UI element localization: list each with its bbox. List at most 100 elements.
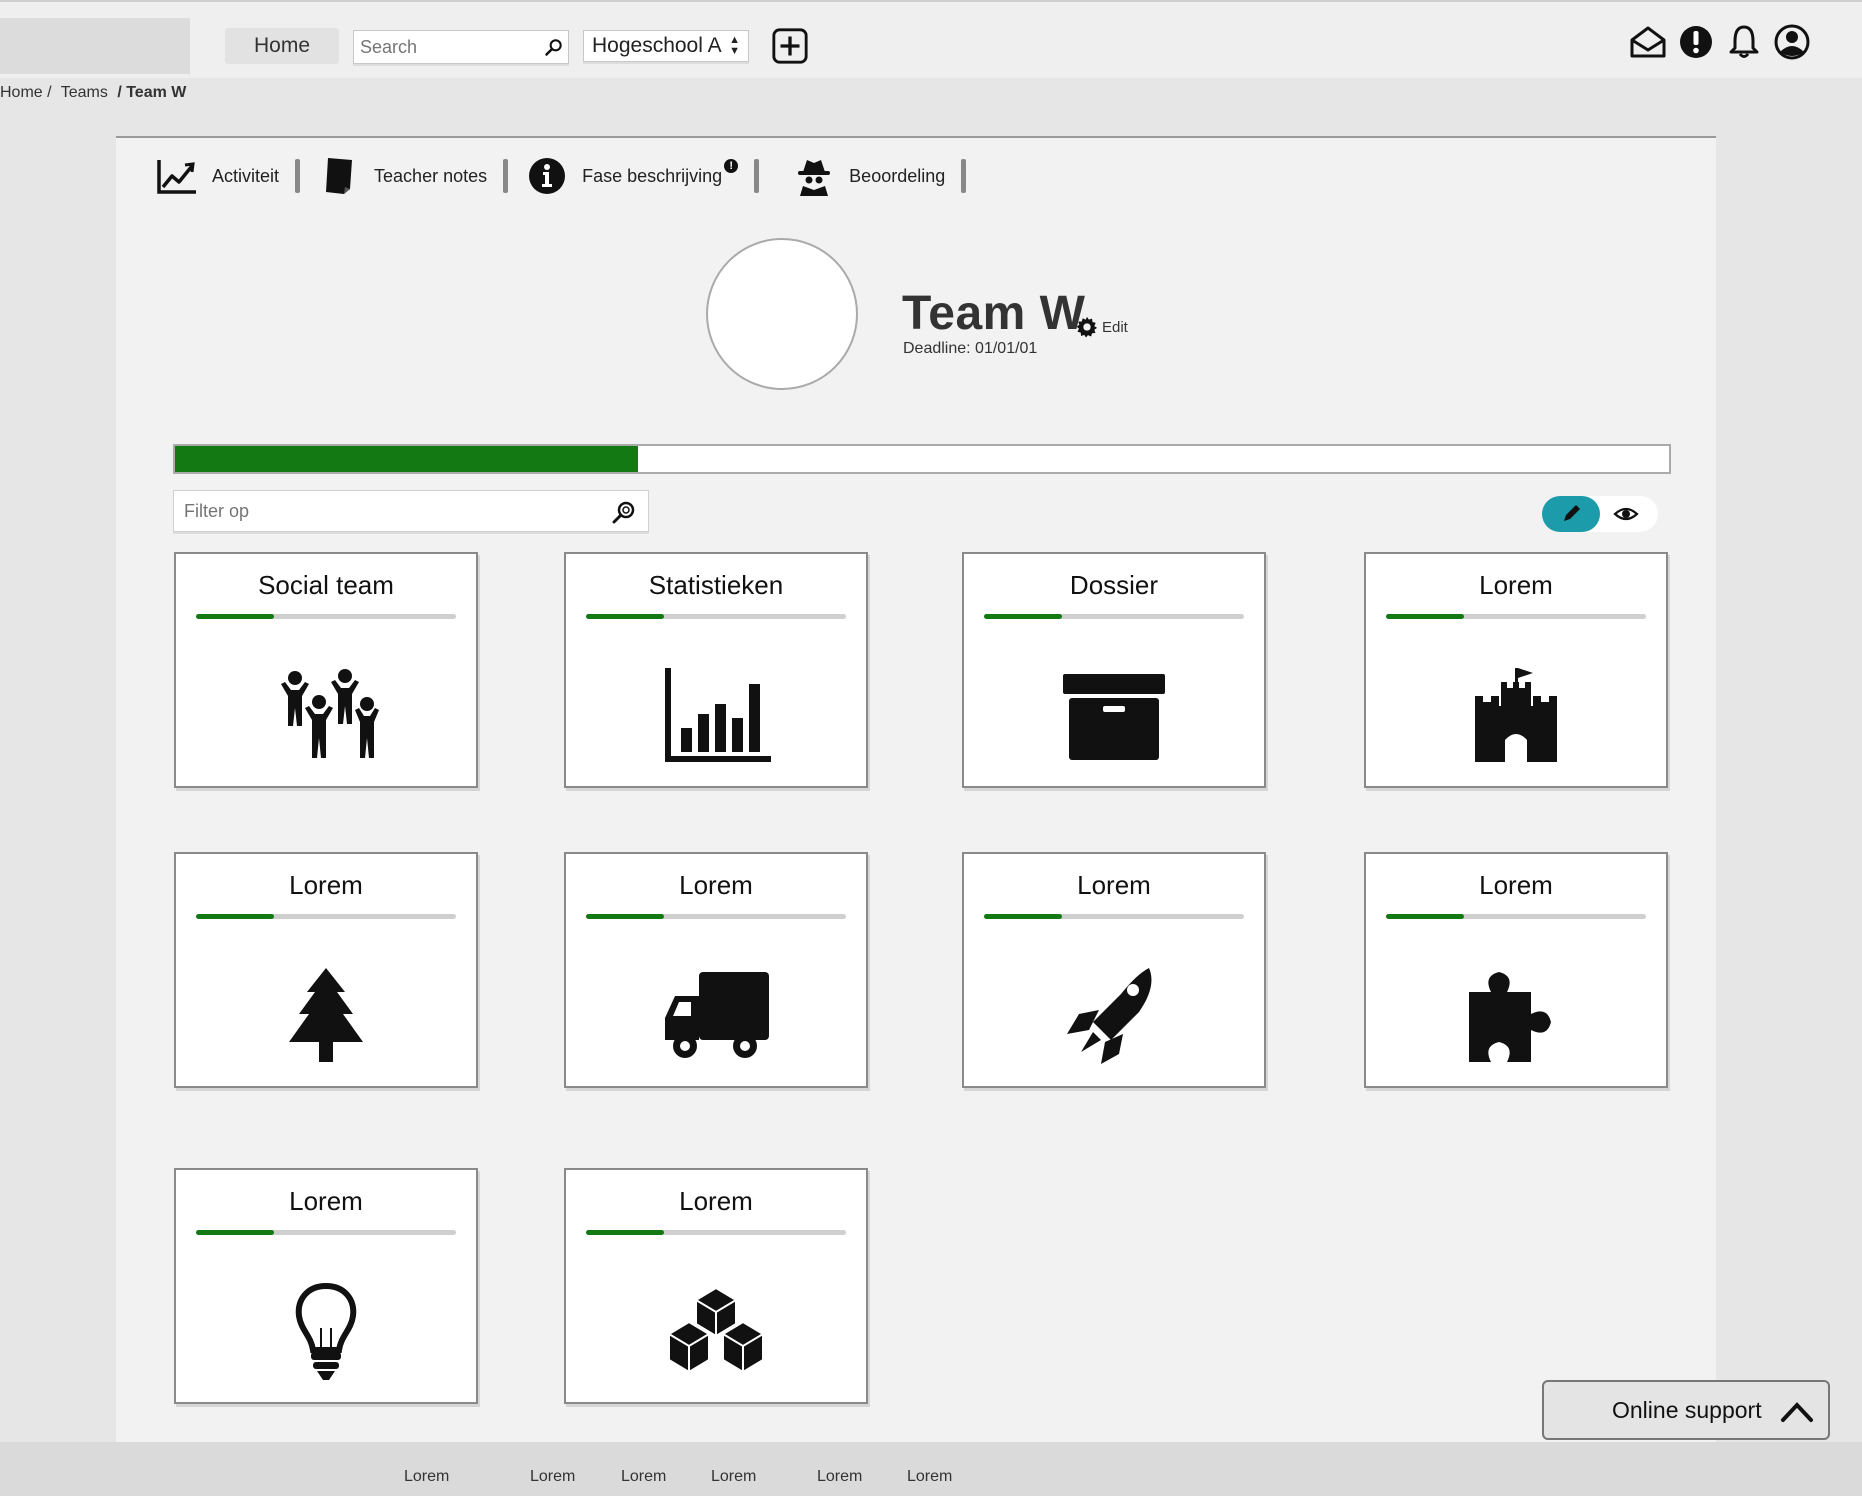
school-select-value: Hogeschool A <box>592 34 722 57</box>
tab-teacher-notes[interactable]: Teacher notes <box>318 152 509 200</box>
breadcrumb-home[interactable]: Home / <box>0 84 52 101</box>
breadcrumb: Home / Teams / Team W <box>0 84 191 102</box>
tab-label: Teacher notes <box>374 165 488 186</box>
chart-line-icon <box>157 160 196 194</box>
footer: Lorem Lorem Lorem Lorem Lorem Lorem <box>0 1442 1862 1496</box>
search-icon[interactable] <box>612 500 636 524</box>
card-progress-fill <box>586 914 664 919</box>
filter-box <box>173 490 649 532</box>
rocket-icon <box>1067 968 1152 1064</box>
chevron-up-icon <box>1781 1402 1813 1422</box>
add-icon[interactable] <box>771 27 809 65</box>
card-progress-bar <box>586 1230 846 1235</box>
team-progress-bar <box>173 444 1671 474</box>
cubes-icon <box>668 1287 764 1373</box>
module-card-social-team[interactable]: Social team <box>174 552 478 788</box>
top-navigation-bar: Home Hogeschool A ▲▼ <box>0 0 1862 78</box>
card-title: Lorem <box>1479 870 1553 900</box>
module-card-lorem-puzzle[interactable]: Lorem <box>1364 852 1668 1088</box>
card-progress-bar <box>1386 914 1646 919</box>
truck-icon <box>665 972 769 1058</box>
search-input[interactable] <box>358 31 532 63</box>
tab-activiteit[interactable]: Activiteit <box>156 152 301 200</box>
select-arrows-icon: ▲ ▼ <box>729 34 740 57</box>
tree-icon <box>289 968 363 1062</box>
breadcrumb-teams[interactable]: Teams <box>61 84 108 101</box>
team-avatar[interactable] <box>706 238 858 390</box>
pencil-icon <box>1564 505 1580 521</box>
card-progress-fill <box>1386 614 1464 619</box>
team-deadline: Deadline: 01/01/01 <box>903 340 1038 357</box>
tab-separator <box>503 159 509 193</box>
tab-label: Activiteit <box>212 165 280 186</box>
footer-link[interactable]: Lorem <box>530 1468 575 1486</box>
card-progress-bar <box>586 614 846 619</box>
card-title: Lorem <box>1077 870 1151 900</box>
archive-box-icon <box>1063 674 1165 760</box>
module-card-lorem-tree[interactable]: Lorem <box>174 852 478 1088</box>
edit-team-link[interactable]: Edit <box>1076 316 1128 338</box>
tab-label: Fase beschrijving <box>582 165 723 186</box>
team-name: Team W <box>902 287 1086 340</box>
module-card-lorem-truck[interactable]: Lorem <box>564 852 868 1088</box>
card-progress-bar <box>196 914 456 919</box>
bell-icon[interactable] <box>1724 22 1764 62</box>
main-panel: Activiteit Teacher notes Fase beschrijvi… <box>116 136 1716 1444</box>
filter-input[interactable] <box>182 491 586 531</box>
search-icon[interactable] <box>544 37 564 57</box>
tab-bar: Activiteit Teacher notes Fase beschrijvi… <box>156 148 984 204</box>
tab-beoordeling[interactable]: Beoordeling <box>793 152 967 200</box>
card-progress-bar <box>984 614 1244 619</box>
puzzle-icon <box>1469 972 1551 1062</box>
school-select[interactable]: Hogeschool A ▲ ▼ <box>583 30 749 62</box>
online-support-label: Online support <box>1612 1396 1762 1423</box>
castle-icon <box>1475 668 1557 762</box>
card-progress-fill <box>984 914 1062 919</box>
people-icon <box>281 669 379 758</box>
card-progress-fill <box>196 1230 274 1235</box>
lightbulb-icon <box>295 1282 357 1380</box>
module-card-dossier[interactable]: Dossier <box>962 552 1266 788</box>
user-icon[interactable] <box>1772 22 1812 62</box>
module-card-lorem-castle[interactable]: Lorem <box>1364 552 1668 788</box>
card-progress-bar <box>1386 614 1646 619</box>
tab-fase-beschrijving[interactable]: Fase beschrijving ! <box>526 152 760 200</box>
edit-mode-button[interactable] <box>1542 496 1600 532</box>
mail-icon[interactable] <box>1628 22 1668 62</box>
card-progress-fill <box>586 1230 664 1235</box>
bar-chart-icon <box>665 668 771 762</box>
alert-icon[interactable] <box>1676 22 1716 62</box>
footer-link[interactable]: Lorem <box>817 1468 862 1486</box>
gear-icon <box>1076 316 1098 338</box>
card-title: Dossier <box>1069 570 1159 600</box>
card-title: Statistieken <box>648 570 784 600</box>
tab-separator <box>754 159 760 193</box>
breadcrumb-current: / Team W <box>117 84 187 101</box>
card-title: Lorem <box>289 870 363 900</box>
card-title: Lorem <box>1479 570 1553 600</box>
card-progress-bar <box>196 614 456 619</box>
home-button[interactable]: Home <box>225 28 339 64</box>
footer-link[interactable]: Lorem <box>404 1468 449 1486</box>
module-card-lorem-lightbulb[interactable]: Lorem <box>174 1168 478 1404</box>
card-progress-bar <box>984 914 1244 919</box>
search-box <box>353 30 569 64</box>
card-progress-fill <box>1386 914 1464 919</box>
tab-badge-icon: ! <box>724 159 739 173</box>
card-progress-fill <box>586 614 664 619</box>
module-card-statistieken[interactable]: Statistieken <box>564 552 868 788</box>
online-support-button[interactable]: Online support <box>1542 1380 1830 1440</box>
footer-link[interactable]: Lorem <box>907 1468 952 1486</box>
top-icons <box>1628 22 1812 62</box>
card-progress-fill <box>196 614 274 619</box>
eye-icon[interactable] <box>1612 500 1640 528</box>
module-card-lorem-cubes[interactable]: Lorem <box>564 1168 868 1404</box>
footer-link[interactable]: Lorem <box>621 1468 666 1486</box>
card-progress-bar <box>196 1230 456 1235</box>
module-card-lorem-rocket[interactable]: Lorem <box>962 852 1266 1088</box>
mode-toggle[interactable] <box>1542 496 1658 532</box>
spy-icon <box>798 160 831 196</box>
logo-placeholder[interactable] <box>0 18 190 74</box>
card-title: Social team <box>258 570 394 600</box>
footer-link[interactable]: Lorem <box>711 1468 756 1486</box>
